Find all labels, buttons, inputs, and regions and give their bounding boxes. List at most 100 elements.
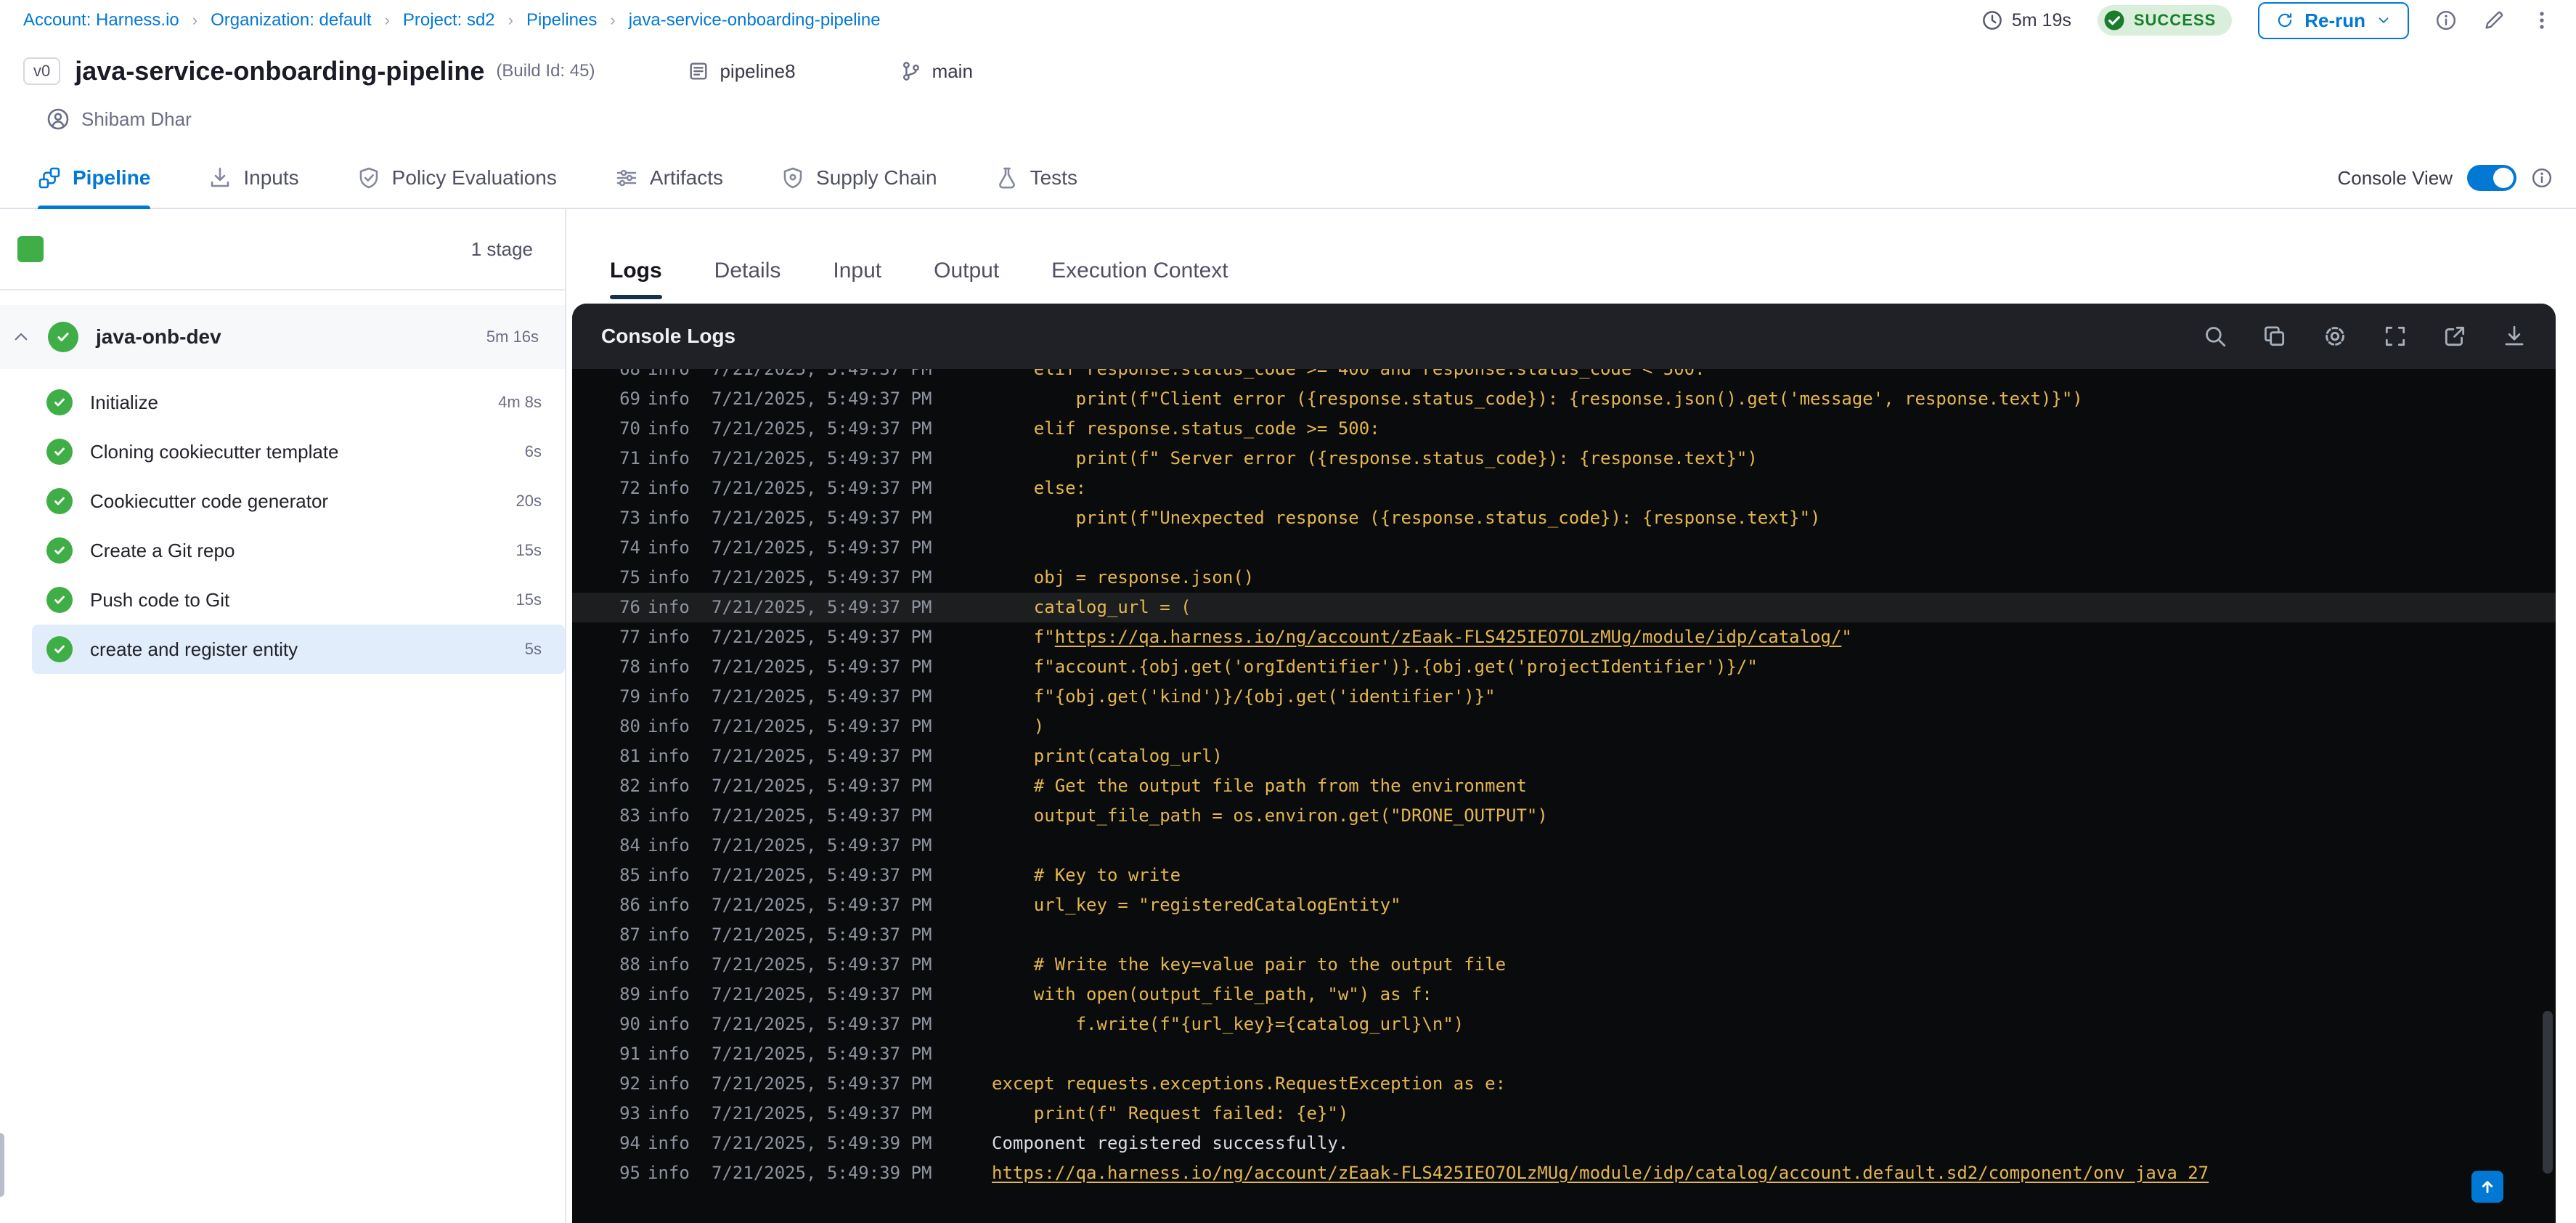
log-level: info (648, 1133, 690, 1153)
console-scrollbar-thumb[interactable] (2543, 1011, 2553, 1174)
log-text: f.write(f"{url_key}={catalog_url}\n") (992, 1014, 1464, 1034)
log-text: print(f"Unexpected response ({response.s… (992, 508, 1821, 528)
log-text: print(catalog_url) (992, 746, 1223, 766)
console-log-body[interactable]: 68 info 7/21/2025, 5:49:37 PM elif respo… (572, 369, 2556, 1223)
log-line-number: 78 (619, 657, 640, 677)
log-text: obj = response.json() (992, 567, 1255, 588)
log-level: info (648, 567, 690, 588)
log-text: else: (992, 478, 1087, 498)
content: 1 stage java-onb-dev 5m 16s Initialize 4… (0, 209, 2576, 1223)
log-line-number: 72 (619, 478, 640, 498)
step-create-a-git-repo[interactable]: Create a Git repo 15s (32, 526, 565, 575)
log-line-number: 80 (619, 716, 640, 736)
step-create-and-register-entity[interactable]: create and register entity 5s (32, 625, 565, 674)
settings-gear-icon[interactable] (2322, 323, 2348, 349)
more-options-icon[interactable] (2531, 9, 2553, 31)
log-timestamp: 7/21/2025, 5:49:37 PM (712, 508, 932, 528)
breadcrumb-project[interactable]: Project: sd2 (403, 10, 495, 31)
open-in-new-icon[interactable] (2442, 324, 2467, 349)
log-timestamp: 7/21/2025, 5:49:37 PM (712, 418, 932, 439)
tab-tests[interactable]: Tests (995, 148, 1077, 208)
chevron-up-icon[interactable] (12, 328, 30, 346)
step-cloning-cookiecutter-template[interactable]: Cloning cookiecutter template 6s (32, 427, 565, 476)
log-row: 72 info 7/21/2025, 5:49:37 PM else: (572, 474, 2556, 503)
log-row: 89 info 7/21/2025, 5:49:37 PM with open(… (572, 980, 2556, 1009)
tab-logs[interactable]: Logs (610, 259, 662, 299)
stage-duration: 5m 16s (486, 328, 539, 346)
log-row: 84 info 7/21/2025, 5:49:37 PM (572, 831, 2556, 861)
log-level: info (648, 984, 690, 1004)
breadcrumb-org[interactable]: Organization: default (211, 10, 371, 31)
tab-supply-chain[interactable]: Supply Chain (781, 148, 937, 208)
log-timestamp: 7/21/2025, 5:49:37 PM (712, 657, 932, 677)
log-row: 92 info 7/21/2025, 5:49:37 PM except req… (572, 1069, 2556, 1099)
log-link[interactable]: https://qa.harness.io/ng/account/zEaak-F… (992, 1163, 2209, 1183)
rerun-button[interactable]: Re-run (2258, 1, 2409, 39)
log-text: print(f" Request failed: {e}") (992, 1103, 1349, 1124)
log-level: info (648, 389, 690, 409)
step-duration: 20s (515, 492, 542, 510)
step-initialize[interactable]: Initialize 4m 8s (32, 378, 565, 427)
step-name: Push code to Git (90, 588, 230, 611)
log-line-number: 86 (619, 895, 640, 915)
log-row: 90 info 7/21/2025, 5:49:37 PM f.write(f"… (572, 1009, 2556, 1039)
clock-icon (1981, 9, 2003, 31)
tab-artifacts[interactable]: Artifacts (615, 148, 723, 208)
tab-output[interactable]: Output (934, 259, 999, 283)
tab-inputs[interactable]: Inputs (208, 148, 299, 208)
log-level: info (648, 805, 690, 826)
log-line-number: 85 (619, 865, 640, 885)
log-line-number: 71 (619, 448, 640, 468)
breadcrumb-account[interactable]: Account: Harness.io (23, 10, 179, 31)
log-row: 79 info 7/21/2025, 5:49:37 PM f"{obj.get… (572, 682, 2556, 712)
fullscreen-icon[interactable] (2383, 324, 2408, 349)
log-line-number: 82 (619, 776, 640, 796)
info-icon[interactable] (2435, 9, 2457, 31)
stage-count-label: 1 stage (470, 237, 533, 260)
log-text: elif response.status_code >= 500: (992, 418, 1380, 439)
step-success-icon (46, 537, 73, 564)
console-view-info-icon[interactable] (2531, 167, 2553, 189)
flask-icon (995, 166, 1019, 190)
tab-details[interactable]: Details (714, 259, 781, 283)
tab-pipeline[interactable]: Pipeline (38, 148, 150, 209)
breadcrumb-pipelines[interactable]: Pipelines (526, 10, 597, 31)
log-line-number: 73 (619, 508, 640, 528)
log-link[interactable]: https://qa.harness.io/ng/account/zEaak-F… (1055, 627, 1842, 647)
log-level: info (648, 835, 690, 856)
search-icon[interactable] (2203, 324, 2227, 349)
log-timestamp: 7/21/2025, 5:49:39 PM (712, 1163, 932, 1183)
log-timestamp: 7/21/2025, 5:49:37 PM (712, 716, 932, 736)
download-icon[interactable] (2502, 324, 2527, 349)
log-line-number: 75 (619, 567, 640, 588)
log-timestamp: 7/21/2025, 5:49:37 PM (712, 865, 932, 885)
step-push-code-to-git[interactable]: Push code to Git 15s (32, 575, 565, 625)
log-text: https://qa.harness.io/ng/account/zEaak-F… (992, 1158, 2556, 1188)
tab-policy-evaluations[interactable]: Policy Evaluations (357, 148, 557, 208)
log-timestamp: 7/21/2025, 5:49:37 PM (712, 369, 932, 379)
user-name: Shibam Dhar (81, 107, 192, 130)
log-level: info (648, 865, 690, 885)
log-level: info (648, 954, 690, 975)
breadcrumb-pipeline-name[interactable]: java-service-onboarding-pipeline (629, 10, 881, 31)
tab-execution-context[interactable]: Execution Context (1051, 259, 1228, 283)
panel-resize-handle[interactable] (0, 1133, 4, 1197)
tab-input[interactable]: Input (833, 259, 881, 283)
log-text: url_key = "registeredCatalogEntity" (992, 895, 1401, 915)
stage-row[interactable]: java-onb-dev 5m 16s (0, 305, 565, 369)
stage-count-row: 1 stage (0, 209, 565, 290)
scroll-to-top-button[interactable] (2471, 1171, 2503, 1203)
edit-pencil-icon[interactable] (2483, 9, 2505, 31)
step-cookiecutter-code-generator[interactable]: Cookiecutter code generator 20s (32, 476, 565, 526)
tab-supply-chain-label: Supply Chain (816, 166, 937, 189)
log-line-number: 77 (619, 627, 640, 647)
step-name: create and register entity (90, 638, 298, 660)
log-line-number: 69 (619, 389, 640, 409)
console-view-toggle[interactable] (2467, 165, 2516, 191)
log-row: 70 info 7/21/2025, 5:49:37 PM elif respo… (572, 414, 2556, 444)
log-timestamp: 7/21/2025, 5:49:37 PM (712, 984, 932, 1004)
log-text: # Get the output file path from the envi… (992, 776, 1527, 796)
copy-icon[interactable] (2262, 324, 2287, 349)
log-line-number: 92 (619, 1073, 640, 1094)
log-level: info (648, 369, 690, 379)
